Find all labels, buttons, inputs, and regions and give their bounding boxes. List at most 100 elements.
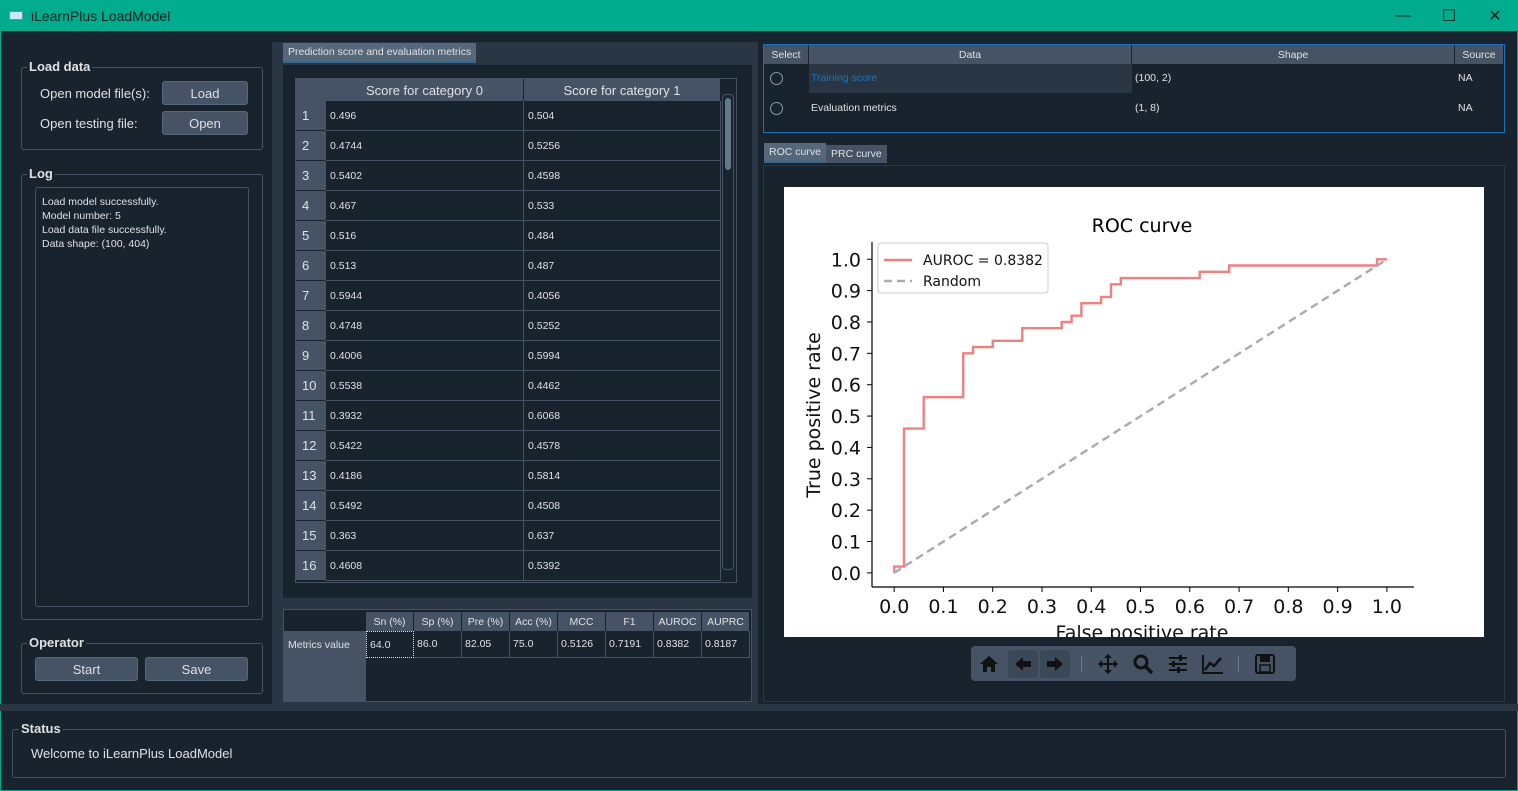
score-cell-category-0[interactable]: 0.5422	[326, 431, 524, 461]
radio-evaluation-metrics[interactable]	[770, 102, 783, 115]
score-cell-category-1[interactable]: 0.504	[524, 101, 721, 131]
edit-axis-icon[interactable]	[1198, 650, 1228, 678]
tab-prediction-score[interactable]: Prediction score and evaluation metrics	[283, 43, 477, 63]
score-cell-category-0[interactable]: 0.4608	[326, 551, 524, 581]
column-header-category-1[interactable]: Score for category 1	[524, 79, 721, 101]
horizontal-splitter[interactable]	[0, 704, 1518, 711]
metrics-column-header[interactable]: Acc (%)	[510, 612, 558, 631]
data-cell-training-score[interactable]: Training score	[808, 63, 877, 93]
scrollbar-handle[interactable]	[725, 98, 731, 170]
row-number[interactable]: 10	[296, 371, 326, 401]
metrics-column-header[interactable]: Sn (%)	[366, 612, 414, 631]
row-number[interactable]: 16	[296, 551, 326, 581]
zoom-icon[interactable]	[1128, 650, 1158, 678]
row-number[interactable]: 14	[296, 491, 326, 521]
minimize-button[interactable]: —	[1380, 0, 1426, 31]
score-cell-category-0[interactable]: 0.3932	[326, 401, 524, 431]
column-header-source[interactable]: Source	[1455, 45, 1504, 64]
row-number[interactable]: 4	[296, 191, 326, 221]
row-number[interactable]: 9	[296, 341, 326, 371]
score-cell-category-1[interactable]: 0.4598	[524, 161, 721, 191]
row-number[interactable]: 3	[296, 161, 326, 191]
save-button[interactable]: Save	[145, 657, 248, 681]
column-header-data[interactable]: Data	[809, 45, 1132, 64]
metrics-value-cell[interactable]: 75.0	[510, 631, 558, 658]
log-textarea[interactable]: Load model successfully. Model number: 5…	[35, 187, 249, 607]
row-number[interactable]: 7	[296, 281, 326, 311]
metrics-column-header[interactable]: Pre (%)	[462, 612, 510, 631]
score-cell-category-0[interactable]: 0.4744	[326, 131, 524, 161]
score-cell-category-1[interactable]: 0.5814	[524, 461, 721, 491]
radio-training-score[interactable]	[770, 72, 783, 85]
row-number[interactable]: 13	[296, 461, 326, 491]
back-arrow-icon[interactable]	[1008, 650, 1038, 678]
metrics-value-cell[interactable]: 82.05	[462, 631, 510, 658]
row-number[interactable]: 2	[296, 131, 326, 161]
metrics-column-header[interactable]: AUPRC	[702, 612, 750, 631]
metrics-value-cell[interactable]: 64.0	[366, 631, 414, 658]
forward-arrow-icon[interactable]	[1040, 650, 1070, 678]
score-cell-category-0[interactable]: 0.5538	[326, 371, 524, 401]
pan-move-icon[interactable]	[1093, 650, 1123, 678]
score-table-scrollbar[interactable]	[722, 94, 734, 570]
shape-cell[interactable]: (100, 2)	[1132, 63, 1171, 93]
score-cell-category-1[interactable]: 0.5392	[524, 551, 721, 581]
maximize-button[interactable]: ☐	[1426, 0, 1472, 31]
score-cell-category-0[interactable]: 0.516	[326, 221, 524, 251]
score-cell-category-1[interactable]: 0.6068	[524, 401, 721, 431]
row-number[interactable]: 8	[296, 311, 326, 341]
metrics-column-header[interactable]: F1	[606, 612, 654, 631]
score-cell-category-1[interactable]: 0.487	[524, 251, 721, 281]
source-cell[interactable]: NA	[1455, 63, 1473, 93]
score-cell-category-0[interactable]: 0.513	[326, 251, 524, 281]
row-number[interactable]: 11	[296, 401, 326, 431]
score-cell-category-0[interactable]: 0.5402	[326, 161, 524, 191]
score-cell-category-1[interactable]: 0.5252	[524, 311, 721, 341]
score-cell-category-1[interactable]: 0.484	[524, 221, 721, 251]
score-cell-category-0[interactable]: 0.4748	[326, 311, 524, 341]
metrics-column-header[interactable]: AUROC	[654, 612, 702, 631]
data-cell-evaluation-metrics[interactable]: Evaluation metrics	[808, 93, 897, 123]
close-button[interactable]: ✕	[1472, 0, 1518, 31]
score-cell-category-1[interactable]: 0.637	[524, 521, 721, 551]
load-button[interactable]: Load	[162, 81, 248, 105]
score-cell-category-0[interactable]: 0.363	[326, 521, 524, 551]
score-cell-category-1[interactable]: 0.533	[524, 191, 721, 221]
score-cell-category-0[interactable]: 0.4006	[326, 341, 524, 371]
open-button[interactable]: Open	[162, 111, 248, 135]
metrics-value-cell[interactable]: 0.8187	[702, 631, 750, 658]
score-cell-category-0[interactable]: 0.467	[326, 191, 524, 221]
tab-prc-curve[interactable]: PRC curve	[826, 145, 887, 163]
score-cell-category-0[interactable]: 0.5944	[326, 281, 524, 311]
score-cell-category-1[interactable]: 0.5994	[524, 341, 721, 371]
column-header-shape[interactable]: Shape	[1132, 45, 1455, 64]
metrics-value-cell[interactable]: 86.0	[414, 631, 462, 658]
row-number[interactable]: 12	[296, 431, 326, 461]
save-figure-icon[interactable]	[1250, 650, 1280, 678]
score-cell-category-0[interactable]: 0.4186	[326, 461, 524, 491]
score-cell-category-1[interactable]: 0.4508	[524, 491, 721, 521]
score-cell-category-1[interactable]: 0.5256	[524, 131, 721, 161]
score-cell-category-1[interactable]: 0.4462	[524, 371, 721, 401]
configure-subplots-icon[interactable]	[1163, 650, 1193, 678]
row-number[interactable]: 6	[296, 251, 326, 281]
score-cell-category-1[interactable]: 0.4056	[524, 281, 721, 311]
row-number[interactable]: 5	[296, 221, 326, 251]
source-cell[interactable]: NA	[1455, 93, 1473, 123]
score-cell-category-0[interactable]: 0.5492	[326, 491, 524, 521]
score-cell-category-0[interactable]: 0.496	[326, 101, 524, 131]
metrics-value-cell[interactable]: 0.8382	[654, 631, 702, 658]
metrics-column-header[interactable]: MCC	[558, 612, 606, 631]
row-number[interactable]: 15	[296, 521, 326, 551]
metrics-value-cell[interactable]: 0.7191	[606, 631, 654, 658]
start-button[interactable]: Start	[35, 657, 138, 681]
column-header-category-0[interactable]: Score for category 0	[326, 79, 524, 101]
tab-roc-curve[interactable]: ROC curve	[764, 143, 826, 163]
metrics-column-header[interactable]: Sp (%)	[414, 612, 462, 631]
home-icon[interactable]	[974, 650, 1004, 678]
row-number[interactable]: 1	[296, 101, 326, 131]
metrics-value-cell[interactable]: 0.5126	[558, 631, 606, 658]
shape-cell[interactable]: (1, 8)	[1132, 93, 1160, 123]
column-header-select[interactable]: Select	[764, 45, 809, 64]
score-cell-category-1[interactable]: 0.4578	[524, 431, 721, 461]
